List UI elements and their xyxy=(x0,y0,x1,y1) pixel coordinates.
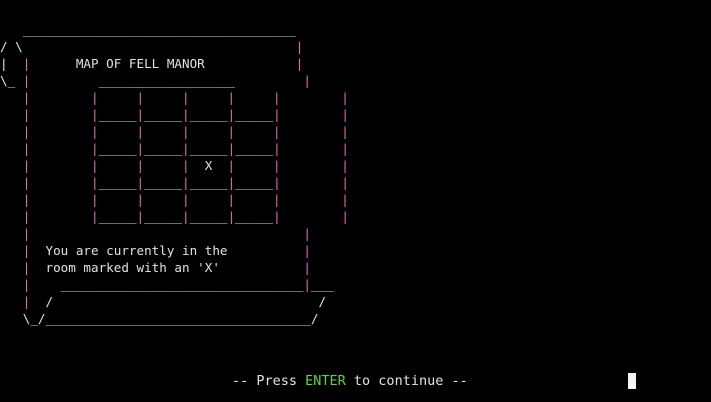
manor-map-scroll: ____________________________________ / \… xyxy=(0,22,349,326)
prompt-suffix: to continue -- xyxy=(345,373,468,389)
continue-prompt: -- Press ENTER to continue -- xyxy=(232,373,468,390)
terminal-window: ____________________________________ / \… xyxy=(0,0,711,402)
prompt-prefix: -- Press xyxy=(232,373,306,389)
map-title: MAP OF FELL MANOR xyxy=(75,56,205,71)
enter-key-label: ENTER xyxy=(305,373,346,389)
text-cursor[interactable] xyxy=(628,373,636,389)
location-message-line-2: room marked with an 'X' xyxy=(45,260,220,275)
map-grid: | | | | | xyxy=(91,90,281,105)
location-message-line-1: You are currently in the xyxy=(45,243,228,258)
